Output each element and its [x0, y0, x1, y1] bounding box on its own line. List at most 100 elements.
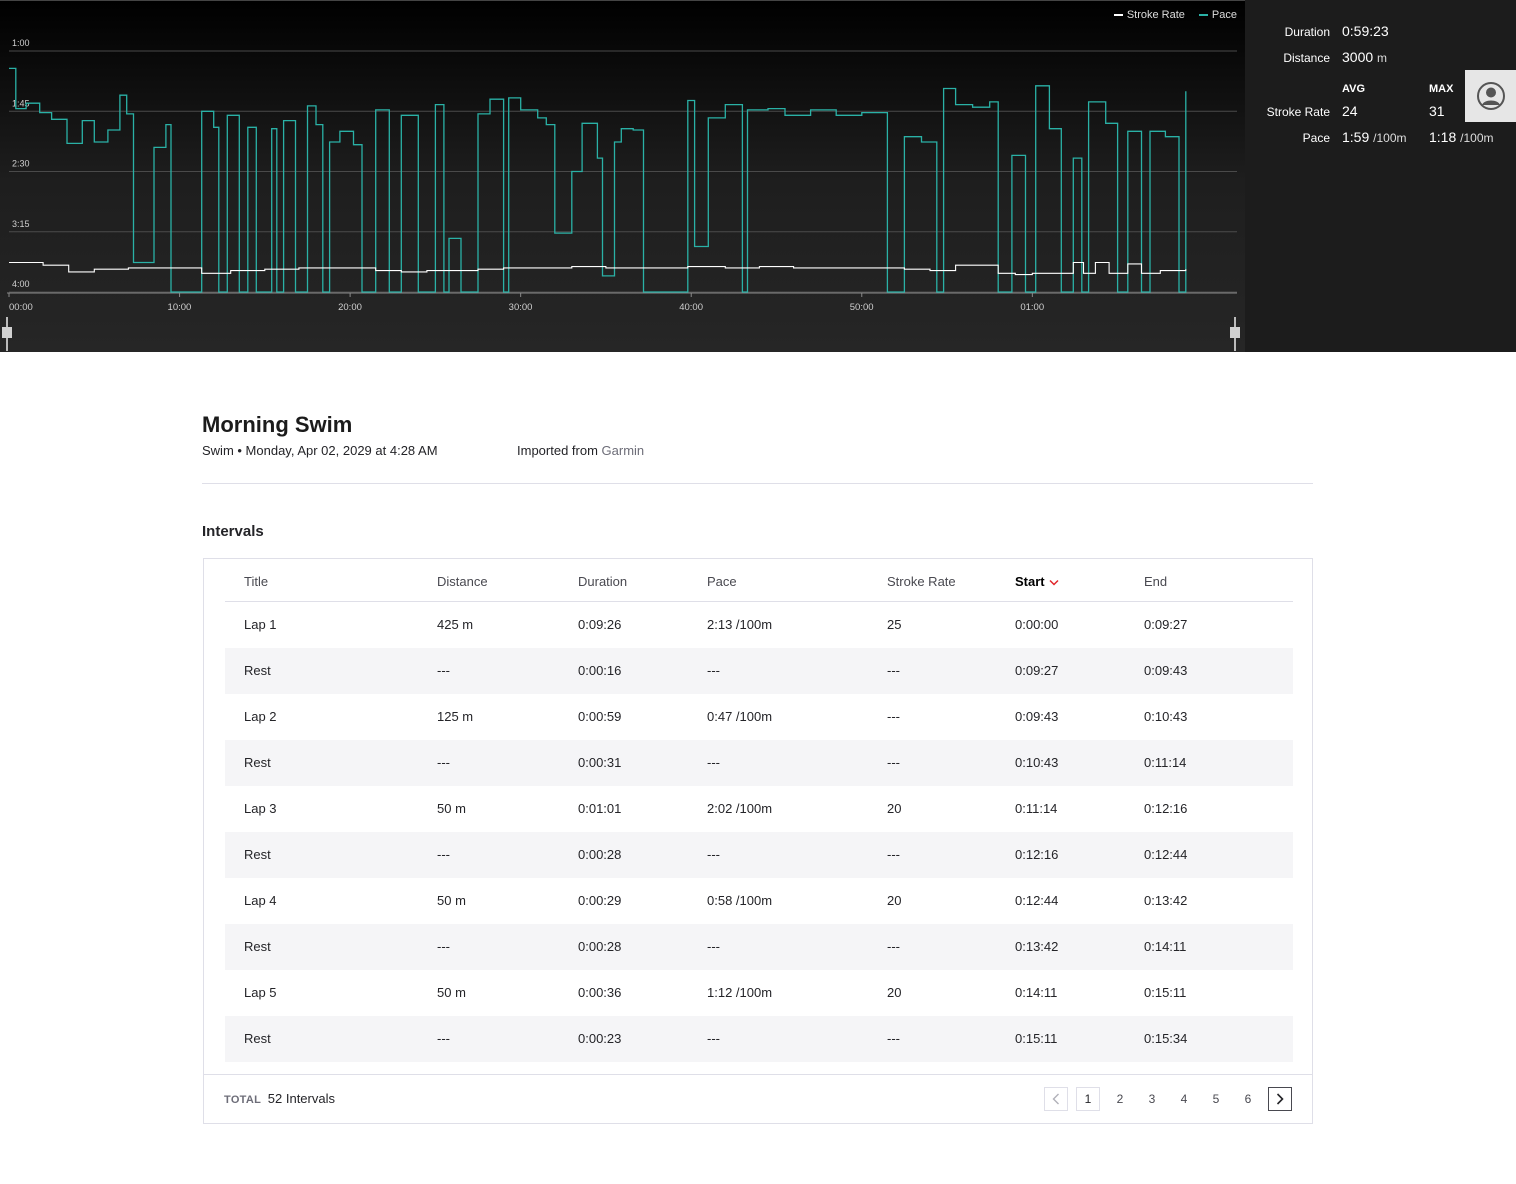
cell-stroke-rate: 20: [887, 801, 902, 816]
imported-label: Imported from: [517, 443, 598, 458]
cell-duration: 0:00:36: [578, 985, 622, 1000]
total-value: 52 Intervals: [267, 1091, 335, 1106]
sort-desc-icon: [1049, 580, 1059, 586]
avatar[interactable]: [1465, 70, 1516, 122]
cell-distance: 125 m: [437, 709, 474, 724]
cell-stroke-rate: 25: [887, 617, 902, 632]
page-button-5[interactable]: 5: [1204, 1087, 1228, 1111]
next-page-button[interactable]: [1268, 1087, 1292, 1111]
pace-avg: 1:59 /100m: [1342, 129, 1407, 145]
table-row[interactable]: Rest --- 0:00:28 --- --- 0:13:42 0:14:11: [225, 924, 1293, 970]
cell-title: Rest: [244, 939, 271, 954]
table-row[interactable]: Lap 2 125 m 0:00:59 0:47 /100m --- 0:09:43 0:1…: [225, 694, 1293, 740]
column-header-pace[interactable]: Pace: [707, 574, 737, 589]
chart-svg[interactable]: 1:001:452:303:154:0000:00 10:00 20:00 30:00…: [0, 1, 1245, 353]
pace-label: Pace: [1302, 131, 1330, 145]
page-button-4[interactable]: 4: [1172, 1087, 1196, 1111]
cell-duration: 0:00:28: [578, 939, 622, 954]
cell-pace: ---: [707, 755, 720, 770]
cell-pace: 0:47 /100m: [707, 709, 773, 724]
cell-end: 0:14:11: [1144, 939, 1187, 954]
x-tick-label: 40:00: [679, 302, 703, 313]
y-tick-label: 1:00: [12, 38, 30, 48]
table-row[interactable]: Rest --- 0:00:23 --- --- 0:15:11 0:15:34: [225, 1016, 1293, 1062]
duration-label: Duration: [1284, 25, 1330, 39]
cell-distance: 50 m: [437, 801, 466, 816]
cell-pace: 1:12 /100m: [707, 985, 773, 1000]
table-row[interactable]: Lap 3 50 m 0:01:01 2:02 /100m 20 0:11:14 0:12:…: [225, 786, 1293, 832]
pace-avg-unit: /100m: [1373, 131, 1407, 145]
table-row[interactable]: Lap 5 50 m 0:00:36 1:12 /100m 20 0:14:11 0:15:…: [225, 970, 1293, 1016]
cell-duration: 0:01:01: [578, 801, 622, 816]
cell-pace: ---: [707, 939, 720, 954]
series-line-stroke-rate: [9, 261, 1187, 276]
cell-start: 0:09:43: [1015, 709, 1059, 724]
column-header-end[interactable]: End: [1144, 574, 1167, 589]
column-header-start[interactable]: Start: [1015, 574, 1059, 589]
cell-title: Rest: [244, 755, 271, 770]
cell-start: 0:15:11: [1015, 1031, 1058, 1046]
table-row[interactable]: Rest --- 0:00:28 --- --- 0:12:16 0:12:44: [225, 832, 1293, 878]
imported-source-link[interactable]: Garmin: [602, 443, 645, 458]
cell-distance: ---: [437, 847, 450, 862]
page-button-1[interactable]: 1: [1076, 1087, 1100, 1111]
page-button-2[interactable]: 2: [1108, 1087, 1132, 1111]
cell-title: Lap 1: [244, 617, 277, 632]
cell-start: 0:11:14: [1015, 801, 1058, 816]
table-row[interactable]: Rest --- 0:00:16 --- --- 0:09:27 0:09:43: [225, 648, 1293, 694]
distance-value: 3000 m: [1342, 49, 1387, 65]
legend-item-pace: Pace: [1198, 9, 1237, 21]
column-header-distance[interactable]: Distance: [437, 574, 488, 589]
cell-duration: 0:00:31: [578, 755, 622, 770]
x-tick-label: 00:00: [9, 302, 33, 313]
cell-distance: 425 m: [437, 617, 474, 632]
table-body: Lap 1 425 m 0:09:26 2:13 /100m 25 0:00:00 0:09…: [225, 602, 1293, 1062]
cell-end: 0:15:11: [1144, 985, 1187, 1000]
cell-pace: ---: [707, 663, 720, 678]
activity-subtitle: Swim • Monday, Apr 02, 2029 at 4:28 AM: [202, 443, 438, 458]
cell-stroke-rate: ---: [887, 755, 900, 770]
cell-title: Rest: [244, 663, 271, 678]
page-button-3[interactable]: 3: [1140, 1087, 1164, 1111]
y-tick-label: 2:30: [12, 159, 30, 169]
cell-stroke-rate: ---: [887, 709, 900, 724]
legend-label-pace: Pace: [1211, 9, 1237, 21]
y-tick-label: 3:15: [12, 219, 30, 229]
column-header-title[interactable]: Title: [244, 574, 268, 589]
pace-chart[interactable]: 1:00 1:45 2:30 3:15 4:00 00:00 10:00 20:00 30:00…: [0, 0, 1245, 352]
cell-end: 0:12:16: [1144, 801, 1188, 816]
column-header-duration[interactable]: Duration: [578, 574, 627, 589]
stroke-rate-avg: 24: [1342, 103, 1358, 119]
cell-title: Lap 5: [244, 985, 277, 1000]
cell-pace: ---: [707, 847, 720, 862]
avg-header: AVG: [1342, 83, 1366, 95]
stroke-rate-max: 31: [1429, 103, 1445, 119]
x-tick-label: 30:00: [509, 302, 533, 313]
table-header: Title Distance Duration Pace Stroke Rate…: [225, 559, 1293, 602]
page-button-6[interactable]: 6: [1236, 1087, 1260, 1111]
cell-distance: 50 m: [437, 893, 466, 908]
prev-page-button[interactable]: [1044, 1087, 1068, 1111]
analysis-panel: 1:00 1:45 2:30 3:15 4:00 00:00 10:00 20:00 30:00…: [0, 0, 1516, 352]
cell-end: 0:09:43: [1144, 663, 1188, 678]
cell-start: 0:00:00: [1015, 617, 1059, 632]
cell-pace: 2:02 /100m: [707, 801, 773, 816]
cell-start: 0:14:11: [1015, 985, 1058, 1000]
table-row[interactable]: Lap 4 50 m 0:00:29 0:58 /100m 20 0:12:44 0:13:…: [225, 878, 1293, 924]
cell-duration: 0:00:29: [578, 893, 622, 908]
cell-stroke-rate: ---: [887, 847, 900, 862]
column-header-stroke-rate[interactable]: Stroke Rate: [887, 574, 956, 589]
cell-stroke-rate: ---: [887, 939, 900, 954]
stroke-rate-label: Stroke Rate: [1266, 105, 1330, 119]
distance-unit: m: [1377, 51, 1388, 65]
intervals-table: Title Distance Duration Pace Stroke Rate…: [203, 558, 1313, 1124]
x-tick-label: 50:00: [850, 302, 874, 313]
cell-pace: 2:13 /100m: [707, 617, 773, 632]
table-row[interactable]: Rest --- 0:00:31 --- --- 0:10:43 0:11:14: [225, 740, 1293, 786]
legend-swatch-stroke-rate: [1113, 14, 1123, 16]
chart-legend: Stroke Rate Pace: [1113, 9, 1237, 21]
user-avatar-icon: [1476, 82, 1505, 110]
table-row[interactable]: Lap 1 425 m 0:09:26 2:13 /100m 25 0:00:00 0:09…: [225, 602, 1293, 648]
legend-item-stroke-rate: Stroke Rate: [1113, 9, 1185, 21]
legend-swatch-pace: [1198, 14, 1208, 16]
